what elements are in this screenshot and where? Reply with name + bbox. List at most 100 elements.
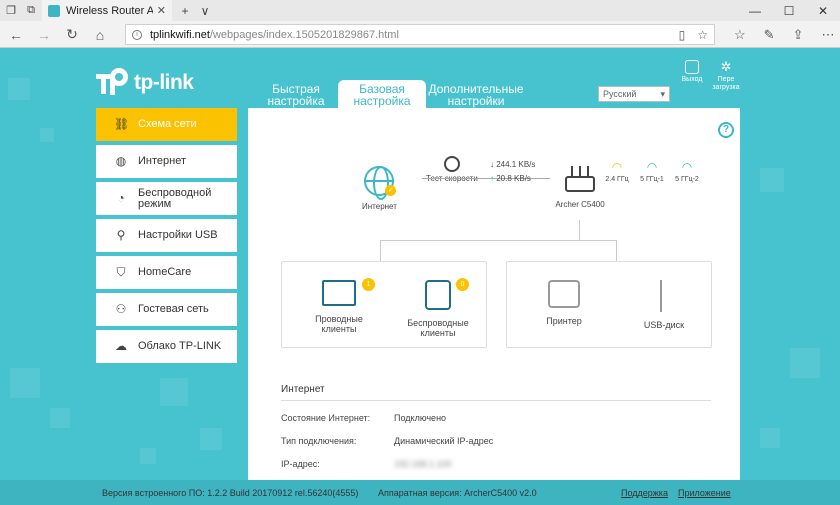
- sidebar-item-cloud[interactable]: ☁ Облако TP-LINK: [96, 330, 237, 363]
- sidebar-item-wireless[interactable]: ◔ Беспроводной режим: [96, 182, 237, 215]
- footer: Версия встроенного ПО: 1.2.2 Build 20170…: [0, 480, 840, 505]
- more-icon[interactable]: ⋯: [821, 27, 834, 43]
- share-icon[interactable]: ⇪: [793, 27, 804, 43]
- ip-address-value: 192.168.1.100: [394, 459, 452, 469]
- help-icon[interactable]: ?: [718, 122, 734, 138]
- wifi-icon: ◠: [611, 160, 623, 174]
- close-tab-icon[interactable]: ✕: [157, 4, 166, 17]
- tab-advanced[interactable]: Дополнительные настройки: [428, 80, 524, 108]
- decor-square: [10, 368, 40, 398]
- decor-square: [50, 408, 70, 428]
- download-speed: ↓ 244.1 KB/s: [490, 160, 536, 169]
- tplink-logo[interactable]: tp-link: [96, 68, 194, 98]
- address-bar[interactable]: i tplinkwifi.net /webpages/index.1505201…: [125, 24, 715, 45]
- hardware-version: Аппаратная версия: ArcherC5400 v2.0: [378, 488, 537, 498]
- wifi-icon: ◠: [646, 160, 658, 174]
- shield-icon: ⛉: [116, 265, 126, 279]
- logout-button[interactable]: Выход: [674, 60, 710, 84]
- decor-square: [200, 428, 222, 450]
- info-icon[interactable]: i: [132, 29, 142, 40]
- home-icon[interactable]: ⌂: [90, 21, 110, 48]
- usb-icon: [660, 280, 668, 312]
- logo-text: tp-link: [134, 71, 194, 94]
- tab-basic[interactable]: Базовая настройка: [338, 80, 426, 108]
- users-icon: ⚇: [115, 302, 127, 316]
- info-label: Тип подключения:: [281, 436, 357, 446]
- band-5g-1[interactable]: ◠ 5 ГГц-1: [638, 160, 666, 183]
- decor-square: [40, 128, 54, 142]
- usb-disk-device[interactable]: USB-диск: [629, 280, 699, 330]
- tree-line: [579, 220, 580, 240]
- url-host: tplinkwifi.net: [150, 28, 210, 41]
- sidebar-item-usb[interactable]: ⚲ Настройки USB: [96, 219, 237, 252]
- network-map-icon: ⛓: [114, 117, 130, 131]
- minimize-icon[interactable]: —: [738, 0, 772, 21]
- wireless-count-badge: 0: [456, 278, 469, 291]
- band-5g-2[interactable]: ◠ 5 ГГц-2: [672, 160, 702, 183]
- url-path: /webpages/index.1505201829867.html: [209, 28, 399, 41]
- logout-icon: [685, 60, 699, 74]
- close-window-icon[interactable]: ✕: [806, 0, 840, 21]
- reboot-button[interactable]: ✲ Пере загрузка: [708, 60, 744, 92]
- upload-speed: ↑ 20.8 KB/s: [490, 174, 531, 183]
- language-select[interactable]: Русский ▾: [598, 86, 670, 102]
- download-icon: ↓: [490, 160, 494, 169]
- reading-view-icon[interactable]: ▯: [679, 28, 686, 42]
- router-icon: [565, 166, 595, 192]
- check-icon: ✓: [385, 185, 397, 196]
- back-icon[interactable]: ←: [6, 21, 26, 48]
- tab-list-button[interactable]: ∨: [198, 0, 212, 21]
- globe-icon: ◍: [115, 154, 127, 168]
- info-label: IP-адрес:: [281, 459, 320, 469]
- info-value: Динамический IP-адрес: [394, 436, 494, 446]
- router-node[interactable]: Archer C5400: [548, 166, 612, 209]
- browser-nav-bar: ← → ↻ ⌂ i tplinkwifi.net /webpages/index…: [0, 21, 840, 48]
- new-tab-button[interactable]: +: [178, 0, 192, 21]
- reboot-icon: ✲: [720, 59, 732, 74]
- support-link[interactable]: Поддержка: [621, 488, 668, 498]
- network-map-panel: ? ✓ Интернет Тест скорости ↓ 244.1 KB/s …: [248, 108, 740, 480]
- printer-device[interactable]: Принтер: [529, 280, 599, 326]
- maximize-icon[interactable]: ☐: [772, 0, 806, 21]
- decor-square: [160, 378, 188, 406]
- sidebar-item-internet[interactable]: ◍ Интернет: [96, 145, 237, 178]
- sidebar-item-network-map[interactable]: ⛓ Схема сети: [96, 108, 237, 141]
- tab-quick-setup[interactable]: Быстрая настройка: [262, 80, 330, 108]
- app-link[interactable]: Приложение: [678, 488, 731, 498]
- decor-square: [140, 448, 156, 464]
- tree-line: [616, 240, 617, 261]
- set-aside-tabs-icon[interactable]: ❐: [2, 0, 20, 21]
- favorite-star-icon[interactable]: ☆: [697, 28, 708, 42]
- speedometer-icon: [444, 156, 460, 172]
- sidebar-item-homecare[interactable]: ⛉ HomeCare: [96, 256, 237, 289]
- decor-square: [760, 168, 784, 192]
- show-tabs-icon[interactable]: ⧉: [22, 0, 40, 21]
- wired-count-badge: 1: [362, 278, 375, 291]
- router-page: tp-link Быстрая настройка Базовая настро…: [0, 48, 840, 505]
- wired-clients[interactable]: 1 Проводные клиенты: [304, 278, 375, 334]
- sidebar-item-guest[interactable]: ⚇ Гостевая сеть: [96, 293, 237, 326]
- internet-node[interactable]: ✓ Интернет: [362, 166, 397, 211]
- favorites-icon[interactable]: ☆: [734, 27, 746, 43]
- tplink-logo-icon: [96, 68, 130, 98]
- clients-box: 1 Проводные клиенты 0 Беспроводные клиен…: [281, 261, 487, 348]
- tablet-icon: [425, 280, 451, 310]
- upload-icon: ↑: [490, 174, 494, 183]
- refresh-icon[interactable]: ↻: [62, 21, 82, 48]
- browser-tab[interactable]: Wireless Router Archer ✕: [42, 0, 172, 21]
- usb-icon: ⚲: [116, 228, 126, 242]
- divider: [281, 400, 711, 401]
- firmware-version: Версия встроенного ПО: 1.2.2 Build 20170…: [102, 488, 359, 498]
- wifi-icon: ◠: [681, 160, 693, 174]
- forward-icon[interactable]: →: [34, 21, 54, 48]
- wireless-clients[interactable]: 0 Беспроводные клиенты: [402, 278, 474, 338]
- decor-square: [760, 428, 780, 448]
- decor-square: [8, 78, 30, 100]
- band-2g[interactable]: ◠ 2.4 ГГц: [604, 160, 630, 183]
- cloud-icon: ☁: [115, 339, 127, 353]
- globe-icon: ✓: [364, 166, 397, 200]
- tree-line: [380, 240, 616, 241]
- pen-icon[interactable]: ✎: [764, 27, 775, 43]
- internet-section-title: Интернет: [281, 384, 325, 395]
- wifi-icon: ◔: [117, 191, 125, 205]
